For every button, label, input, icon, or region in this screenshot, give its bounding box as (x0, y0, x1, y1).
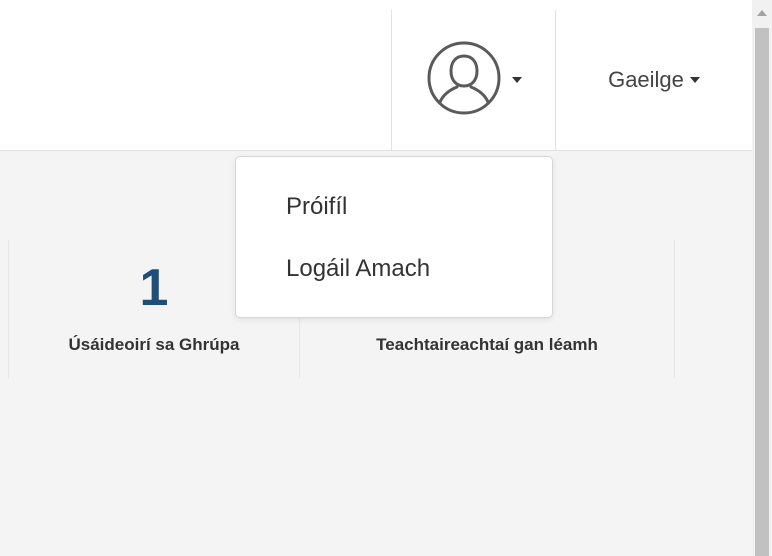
user-dropdown-menu: Próifíl Logáil Amach (235, 156, 553, 318)
caret-down-icon (689, 77, 700, 83)
vertical-scrollbar[interactable] (752, 0, 772, 556)
language-selector[interactable]: Gaeilge (556, 10, 752, 150)
user-avatar-icon (426, 40, 502, 121)
caret-down-icon (511, 77, 522, 83)
top-navbar: Gaeilge (0, 0, 752, 151)
user-menu-button[interactable] (392, 10, 555, 150)
menu-item-profile[interactable]: Próifíl (286, 193, 347, 221)
language-label: Gaeilge (608, 67, 684, 92)
stat-label: Teachtaireachtaí gan léamh (376, 335, 598, 354)
menu-item-logout[interactable]: Logáil Amach (286, 255, 430, 283)
scrollbar-thumb[interactable] (755, 28, 769, 556)
scroll-up-arrow-icon[interactable] (757, 10, 767, 16)
stat-label: Úsáideoirí sa Ghrúpa (68, 335, 240, 354)
